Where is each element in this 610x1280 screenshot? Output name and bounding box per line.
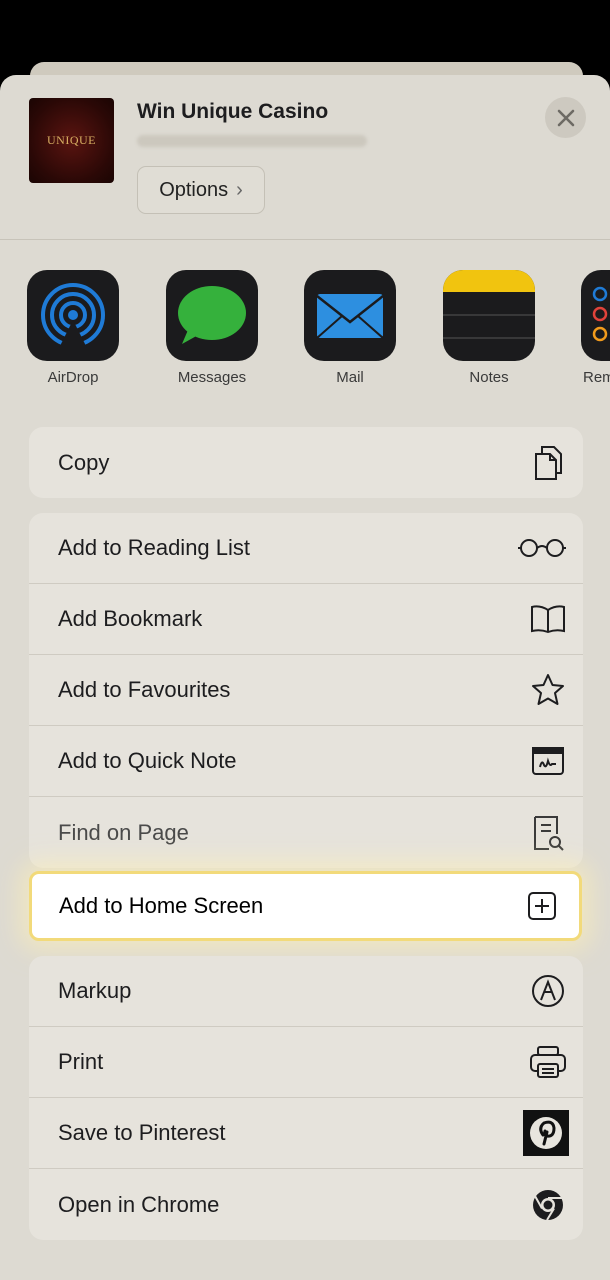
app-reminders[interactable]: Rem [581, 270, 610, 386]
close-icon [557, 109, 574, 126]
app-share-row: AirDrop Messages Mail Notes Rem [0, 270, 610, 400]
more-actions-group: Markup Print Save to Pinterest Open in C… [29, 956, 583, 1240]
markup-icon [529, 972, 567, 1010]
action-find-on-page[interactable]: Find on Page [29, 797, 583, 868]
mail-icon [304, 270, 396, 361]
airdrop-icon [27, 270, 119, 361]
action-label: Add to Quick Note [58, 748, 237, 773]
action-label: Add Bookmark [58, 606, 203, 631]
action-label: Print [58, 1049, 104, 1074]
book-icon [529, 600, 567, 638]
action-add-to-home-screen[interactable]: Add to Home Screen [29, 871, 582, 941]
action-add-to-reading-list[interactable]: Add to Reading List [29, 513, 583, 584]
chrome-icon [529, 1186, 567, 1224]
site-url-blurred [137, 135, 367, 147]
app-label: Mail [336, 369, 364, 386]
action-label: Markup [58, 978, 132, 1003]
share-header: UNIQUE Win Unique Casino Options › [0, 75, 610, 240]
options-button[interactable]: Options › [137, 166, 265, 214]
app-label: AirDrop [47, 369, 99, 386]
chevron-right-icon: › [236, 178, 243, 201]
site-title: Win Unique Casino [137, 100, 329, 123]
action-label: Add to Favourites [58, 677, 231, 702]
action-add-to-favourites[interactable]: Add to Favourites [29, 655, 583, 726]
actions-group: Add to Reading List Add Bookmark Add to … [29, 513, 583, 868]
action-label: Add to Home Screen [59, 893, 264, 918]
site-thumbnail: UNIQUE [29, 98, 114, 183]
add-square-icon [523, 887, 561, 925]
app-label: Messages [177, 369, 247, 386]
app-airdrop[interactable]: AirDrop [27, 270, 119, 386]
app-notes[interactable]: Notes [443, 270, 535, 386]
action-label: Copy [58, 449, 110, 475]
site-logo-text: UNIQUE [47, 133, 96, 147]
reminders-icon [581, 270, 610, 361]
glasses-icon [517, 529, 567, 567]
quick-note-icon [529, 742, 567, 780]
action-markup[interactable]: Markup [29, 956, 583, 1027]
app-mail[interactable]: Mail [304, 270, 396, 386]
action-open-in-chrome[interactable]: Open in Chrome [29, 1169, 583, 1240]
messages-icon [166, 270, 258, 361]
find-on-page-icon [529, 814, 567, 852]
copy-group: Copy [29, 427, 583, 498]
action-print[interactable]: Print [29, 1027, 583, 1098]
action-label: Save to Pinterest [58, 1120, 226, 1145]
app-label: Rem [583, 369, 610, 386]
pinterest-icon [523, 1110, 569, 1156]
action-copy[interactable]: Copy [29, 427, 583, 498]
print-icon [529, 1043, 567, 1081]
action-label: Add to Reading List [58, 535, 251, 560]
notes-icon [443, 270, 535, 361]
action-add-bookmark[interactable]: Add Bookmark [29, 584, 583, 655]
options-label: Options [159, 178, 229, 201]
app-messages[interactable]: Messages [166, 270, 258, 386]
share-sheet: UNIQUE Win Unique Casino Options › AirDr… [0, 75, 610, 1280]
close-button[interactable] [545, 97, 586, 138]
action-label: Find on Page [58, 819, 189, 845]
action-label: Open in Chrome [58, 1191, 220, 1217]
copy-icon [529, 444, 567, 482]
star-icon [529, 671, 567, 709]
app-label: Notes [469, 369, 509, 386]
action-add-to-quick-note[interactable]: Add to Quick Note [29, 726, 583, 797]
action-save-to-pinterest[interactable]: Save to Pinterest [29, 1098, 583, 1169]
